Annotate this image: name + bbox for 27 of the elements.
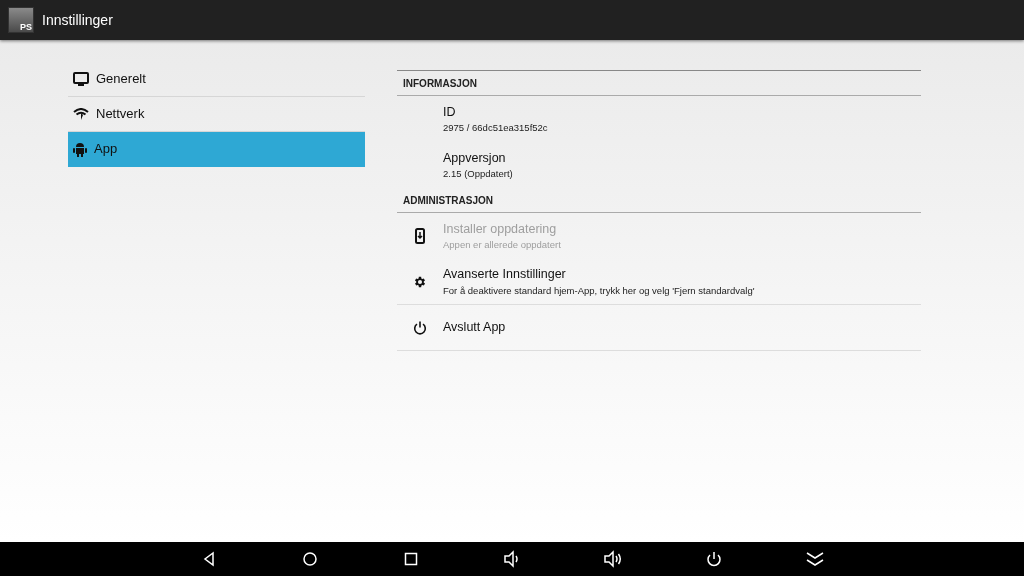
preference-title[interactable]: Appversjon: [443, 148, 513, 168]
home-icon[interactable]: [301, 550, 319, 568]
preference-summary: For å deaktivere standard hjem-App, trykk her og velg 'Fjern standardvalg': [443, 283, 755, 298]
sidebar-item[interactable]: App: [68, 132, 365, 167]
preference-title[interactable]: Avslutt App: [443, 318, 506, 337]
volume-down-icon[interactable]: [503, 550, 521, 568]
wifi-icon: [73, 108, 89, 120]
volume-up-icon[interactable]: [604, 550, 622, 568]
power-icon: [413, 320, 427, 335]
sidebar-item[interactable]: Generelt: [68, 62, 365, 97]
recent-apps-icon[interactable]: [402, 550, 420, 568]
preference-summary: 2975 / 66dc51ea315f52c: [443, 121, 548, 136]
collapse-icon[interactable]: [806, 550, 824, 568]
section-header: ADMINISTRASJON: [397, 188, 921, 213]
preference-title[interactable]: Avanserte Innstillinger: [443, 265, 755, 284]
preference-title[interactable]: ID: [443, 102, 548, 122]
phone-download-icon: [415, 228, 425, 244]
display-icon: [73, 72, 89, 86]
power-icon[interactable]: [705, 550, 723, 568]
preference-summary: 2.15 (Oppdatert): [443, 167, 513, 182]
robot-icon: [73, 141, 87, 157]
preference-title: Installer oppdatering: [443, 220, 558, 238]
preference-summary: Appen er allerede oppdatert: [443, 238, 561, 253]
app-logo: PS: [8, 7, 34, 33]
section-header: INFORMASJON: [397, 70, 921, 96]
settings-icon: [413, 274, 427, 289]
app-title: Innstillinger: [42, 10, 113, 30]
